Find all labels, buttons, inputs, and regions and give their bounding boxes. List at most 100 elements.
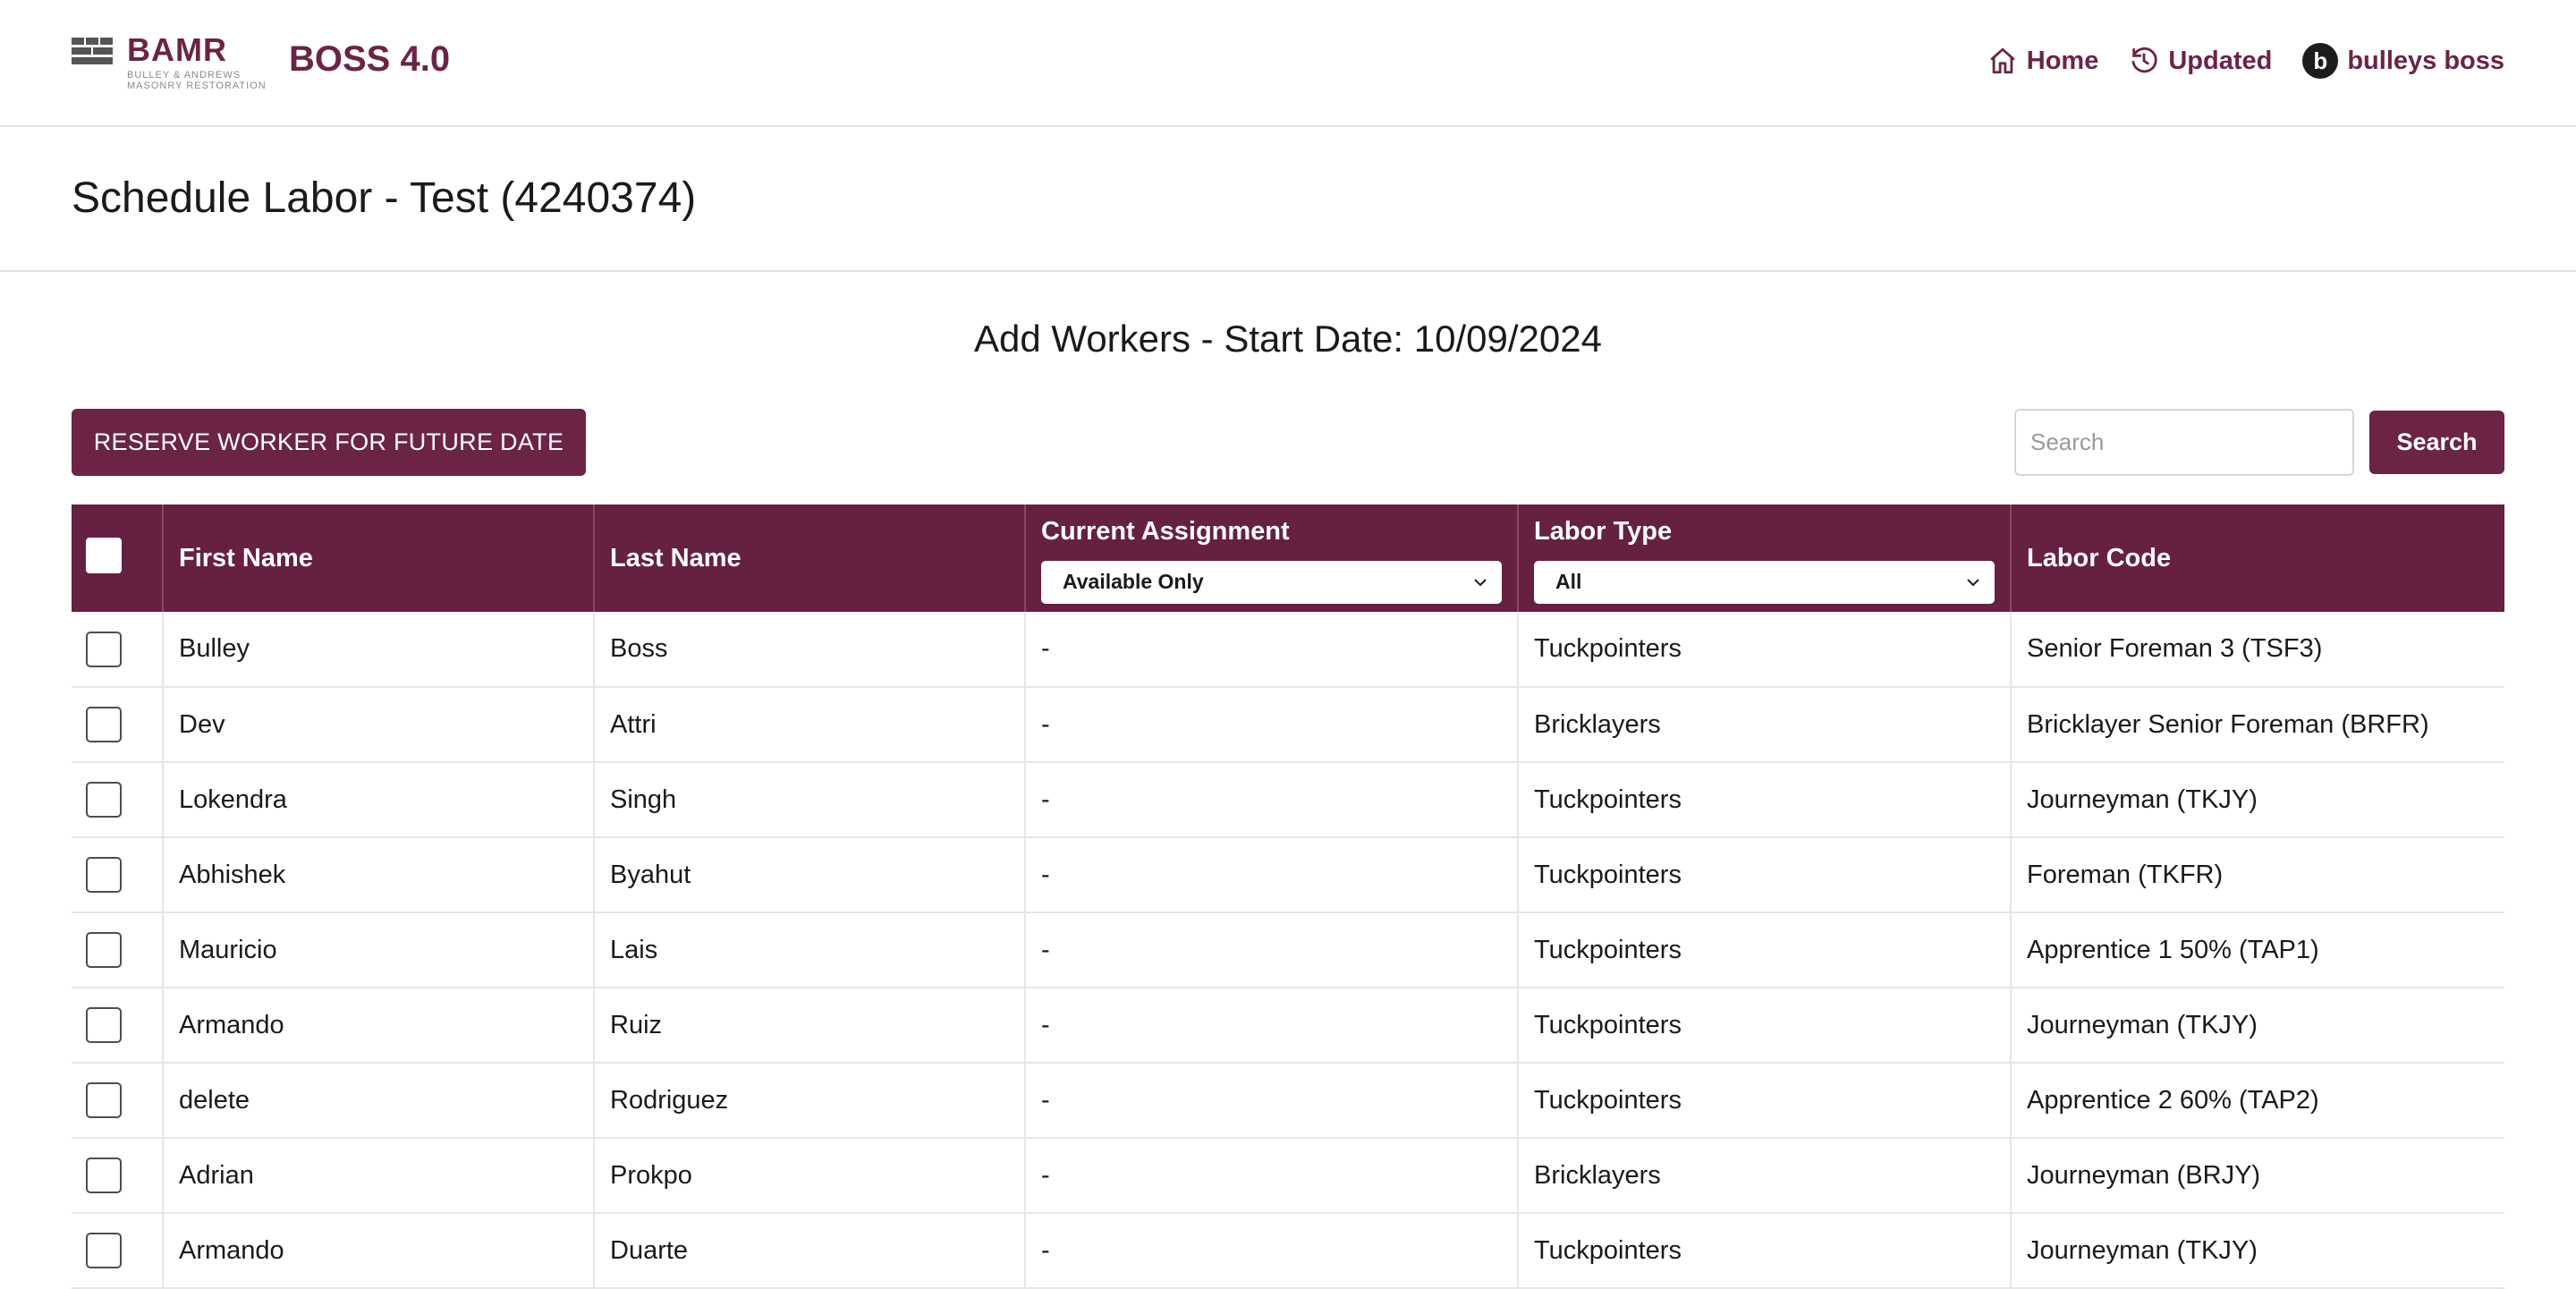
cell-first-name: Lokendra [163, 762, 595, 838]
cell-last-name: Prokpo [594, 1138, 1026, 1214]
row-checkbox[interactable] [86, 857, 122, 893]
nav-updated[interactable]: Updated [2129, 46, 2272, 76]
cell-assignment: - [1025, 612, 1519, 688]
row-checkbox[interactable] [86, 932, 122, 968]
cell-last-name: Ruiz [594, 988, 1026, 1064]
table-row[interactable]: Dev Attri - Bricklayers Bricklayer Senio… [72, 687, 2504, 763]
workers-table: First Name Last Name Current Assignment … [72, 505, 2504, 1289]
cell-last-name: Byahut [594, 837, 1026, 913]
cell-labor-code: Foreman (TKFR) [2011, 837, 2504, 913]
nav-home-label: Home [2026, 46, 2099, 75]
row-checkbox[interactable] [86, 1082, 122, 1118]
labor-type-filter[interactable]: All [1534, 560, 1995, 604]
cell-labor-code: Bricklayer Senior Foreman (BRFR) [2011, 687, 2504, 763]
cell-labor-code: Journeyman (TKJY) [2011, 988, 2504, 1064]
table-row[interactable]: Armando Ruiz - Tuckpointers Journeyman (… [72, 988, 2504, 1064]
table-row[interactable]: Lokendra Singh - Tuckpointers Journeyman… [72, 762, 2504, 838]
row-checkbox[interactable] [86, 1233, 122, 1268]
cell-first-name: Abhishek [163, 837, 595, 913]
row-checkbox-cell [72, 687, 164, 763]
cell-labor-type: Tuckpointers [1518, 1063, 2012, 1139]
cell-labor-code: Journeyman (BRJY) [2011, 1138, 2504, 1214]
cell-labor-type: Tuckpointers [1518, 837, 2012, 913]
row-checkbox-cell [72, 1138, 164, 1214]
current-assignment-filter[interactable]: Available Only [1041, 560, 1502, 604]
col-first-name[interactable]: First Name [163, 505, 595, 612]
reserve-worker-button[interactable]: RESERVE WORKER FOR FUTURE DATE [72, 409, 586, 476]
cell-last-name: Rodriguez [594, 1063, 1026, 1139]
cell-first-name: Dev [163, 687, 595, 763]
select-all-checkbox[interactable] [86, 538, 122, 573]
logo-subtitle-line2: MASONRY RESTORATION [127, 81, 267, 91]
search-input[interactable] [2014, 409, 2354, 476]
history-clock-icon [2131, 47, 2157, 73]
row-checkbox[interactable] [86, 707, 122, 742]
cell-last-name: Boss [594, 612, 1026, 688]
cell-assignment: - [1025, 988, 1519, 1064]
cell-labor-type: Tuckpointers [1518, 762, 2012, 838]
cell-labor-type: Tuckpointers [1518, 1213, 2012, 1289]
cell-last-name: Lais [594, 912, 1026, 988]
cell-assignment: - [1025, 687, 1519, 763]
row-checkbox-cell [72, 612, 164, 688]
top-header: BAMR BULLEY & ANDREWS MASONRY RESTORATIO… [0, 0, 2576, 127]
chevron-down-icon [1474, 578, 1487, 586]
cell-labor-code: Apprentice 1 50% (TAP1) [2011, 912, 2504, 988]
user-menu[interactable]: b bulleys boss [2302, 43, 2504, 79]
cell-labor-type: Bricklayers [1518, 1138, 2012, 1214]
select-all-cell [72, 505, 164, 612]
cell-labor-type: Tuckpointers [1518, 612, 2012, 688]
home-icon [1990, 47, 2015, 74]
section-title: Add Workers - Start Date: 10/09/2024 [974, 318, 1602, 360]
row-checkbox[interactable] [86, 631, 122, 667]
title-bar: Schedule Labor - Test (4240374) [0, 127, 2576, 272]
table-row[interactable]: Abhishek Byahut - Tuckpointers Foreman (… [72, 837, 2504, 913]
row-checkbox-cell [72, 1213, 164, 1289]
logo-subtitle-line1: BULLEY & ANDREWS [127, 70, 242, 81]
row-checkbox-cell [72, 988, 164, 1064]
chevron-down-icon [1967, 578, 1979, 586]
cell-assignment: - [1025, 837, 1519, 913]
cell-last-name: Duarte [594, 1213, 1026, 1289]
cell-labor-code: Senior Foreman 3 (TSF3) [2011, 612, 2504, 688]
nav-home[interactable]: Home [1987, 46, 2099, 76]
table-row[interactable]: Mauricio Lais - Tuckpointers Apprentice … [72, 912, 2504, 988]
bamr-logo[interactable]: BAMR BULLEY & ANDREWS MASONRY RESTORATIO… [72, 34, 267, 93]
labor-type-filter-value: All [1555, 570, 1582, 593]
table-row[interactable]: Armando Duarte - Tuckpointers Journeyman… [72, 1213, 2504, 1289]
cell-labor-code: Apprentice 2 60% (TAP2) [2011, 1063, 2504, 1139]
nav-updated-label: Updated [2168, 46, 2273, 75]
col-labor-type: Labor Type All [1518, 505, 2012, 612]
app-name: BOSS 4.0 [289, 39, 451, 79]
cell-labor-code: Journeyman (TKJY) [2011, 762, 2504, 838]
col-current-assignment-label: Current Assignment [1041, 516, 1290, 546]
cell-labor-type: Bricklayers [1518, 687, 2012, 763]
table-row[interactable]: Bulley Boss - Tuckpointers Senior Forema… [72, 612, 2504, 688]
cell-first-name: Armando [163, 1213, 595, 1289]
row-checkbox[interactable] [86, 782, 122, 818]
table-row[interactable]: delete Rodriguez - Tuckpointers Apprenti… [72, 1063, 2504, 1139]
col-labor-code[interactable]: Labor Code [2011, 505, 2504, 612]
col-current-assignment: Current Assignment Available Only [1025, 505, 1519, 612]
user-name: bulleys boss [2347, 46, 2504, 75]
col-labor-type-label: Labor Type [1534, 516, 1673, 546]
col-last-name[interactable]: Last Name [594, 505, 1026, 612]
page-title: Schedule Labor - Test (4240374) [72, 174, 697, 222]
cell-assignment: - [1025, 762, 1519, 838]
search-button[interactable]: Search [2369, 411, 2504, 474]
top-nav: Home Updated b bulleys boss [1957, 43, 2504, 79]
cell-first-name: Armando [163, 988, 595, 1064]
row-checkbox-cell [72, 1063, 164, 1139]
cell-assignment: - [1025, 1063, 1519, 1139]
cell-assignment: - [1025, 1138, 1519, 1214]
cell-last-name: Singh [594, 762, 1026, 838]
row-checkbox-cell [72, 912, 164, 988]
cell-first-name: Bulley [163, 612, 595, 688]
row-checkbox[interactable] [86, 1158, 122, 1193]
logo-name: BAMR [127, 31, 227, 68]
row-checkbox[interactable] [86, 1007, 122, 1043]
cell-first-name: delete [163, 1063, 595, 1139]
table-row[interactable]: Adrian Prokpo - Bricklayers Journeyman (… [72, 1138, 2504, 1214]
cell-assignment: - [1025, 912, 1519, 988]
brick-logo-icon [72, 38, 113, 64]
